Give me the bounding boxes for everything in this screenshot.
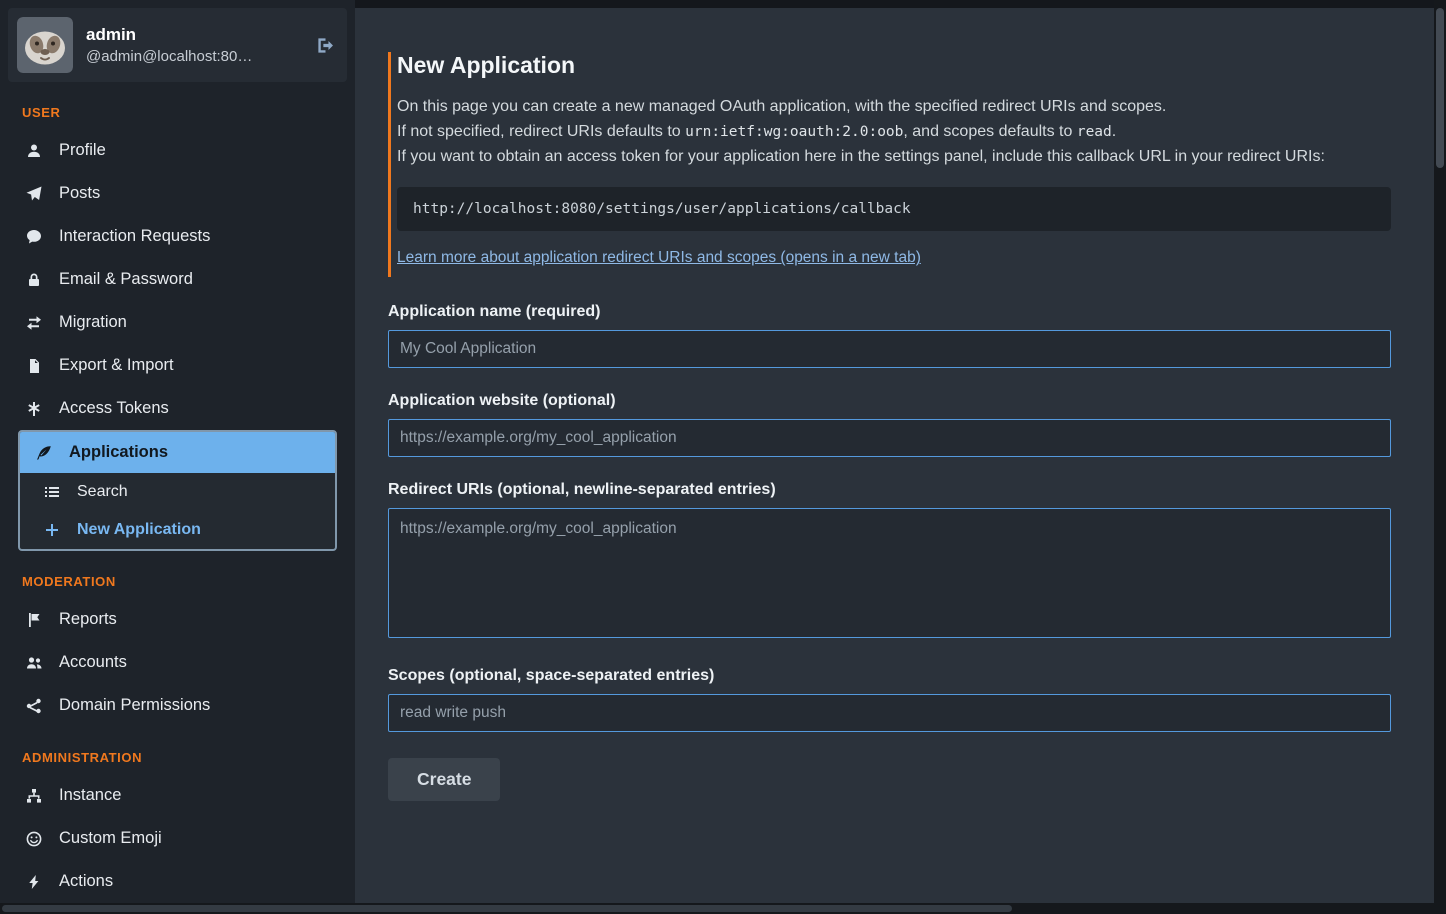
sidebar-item-label: Profile [59,141,106,160]
intro-text: , and scopes defaults to [903,123,1076,140]
sidebar-item-applications[interactable]: Applications [20,432,335,473]
field-application-name: Application name (required) [388,303,1391,368]
sidebar-item-label: Actions [59,872,113,891]
sidebar-item-label: Email & Password [59,270,193,289]
sidebar-item-interaction-requests[interactable]: Interaction Requests [8,215,347,258]
feather-icon [34,445,54,461]
intro-text: If you want to obtain an access token fo… [397,148,1325,165]
sidebar-item-export-import[interactable]: Export & Import [8,344,347,387]
avatar [17,17,73,73]
smiley-icon [24,831,44,847]
learn-more-link[interactable]: Learn more about application redirect UR… [397,249,921,267]
sidebar-item-label: Interaction Requests [59,227,210,246]
field-application-website: Application website (optional) [388,392,1391,457]
intro-text: . [1112,123,1116,140]
transfer-arrows-icon [24,315,44,331]
user-icon [24,143,44,159]
application-name-input[interactable] [388,330,1391,368]
sidebar-item-label: Search [77,483,128,501]
applications-group: Applications Search New Application [18,430,337,551]
vertical-scrollbar[interactable] [1434,0,1446,914]
user-name: admin [86,25,303,45]
sidebar-item-actions[interactable]: Actions [8,860,347,903]
sidebar-item-label: Posts [59,184,100,203]
intro-line-1: On this page you can create a new manage… [397,95,1391,120]
application-name-label: Application name (required) [388,303,1391,321]
inline-code-read: read [1077,124,1112,140]
sidebar-item-label: Access Tokens [59,399,169,418]
sidebar: admin @admin@localhost:80… USER Profile … [0,0,355,914]
inline-code-oob: urn:ietf:wg:oauth:2.0:oob [685,124,903,140]
asterisk-icon [24,401,44,417]
intro-text: On this page you can create a new manage… [397,98,1166,115]
sidebar-item-email-password[interactable]: Email & Password [8,258,347,301]
sidebar-item-instance[interactable]: Instance [8,774,347,817]
user-card[interactable]: admin @admin@localhost:80… [8,8,347,82]
sitemap-icon [24,788,44,804]
user-meta: admin @admin@localhost:80… [86,25,303,65]
intro-line-3: If you want to obtain an access token fo… [397,145,1391,170]
horizontal-scrollbar[interactable] [0,903,1434,914]
sidebar-item-posts[interactable]: Posts [8,172,347,215]
sidebar-item-label: Domain Permissions [59,696,210,715]
redirect-uris-textarea[interactable] [388,508,1391,638]
section-header-moderation: MODERATION [22,574,333,589]
callback-url-codeblock: http://localhost:8080/settings/user/appl… [397,187,1391,231]
intro-text: If not specified, redirect URIs defaults… [397,123,685,140]
sidebar-item-applications-new[interactable]: New Application [20,511,335,549]
sidebar-item-access-tokens[interactable]: Access Tokens [8,387,347,430]
sidebar-item-reports[interactable]: Reports [8,598,347,641]
plus-icon [42,522,62,538]
sidebar-item-label: New Application [77,521,201,539]
sidebar-item-domain-permissions[interactable]: Domain Permissions [8,684,347,727]
vertical-scrollbar-thumb[interactable] [1436,8,1444,168]
sidebar-item-label: Accounts [59,653,127,672]
field-scopes: Scopes (optional, space-separated entrie… [388,667,1391,732]
user-handle: @admin@localhost:80… [86,48,276,65]
scopes-input[interactable] [388,694,1391,732]
page-title: New Application [397,52,1391,79]
scopes-label: Scopes (optional, space-separated entrie… [388,667,1391,685]
application-website-label: Application website (optional) [388,392,1391,410]
horizontal-scrollbar-thumb[interactable] [2,905,1012,912]
file-icon [24,358,44,374]
intro-line-2: If not specified, redirect URIs defaults… [397,120,1391,145]
flag-icon [24,612,44,628]
sidebar-item-label: Export & Import [59,356,174,375]
field-redirect-uris: Redirect URIs (optional, newline-separat… [388,481,1391,643]
page-header: New Application On this page you can cre… [388,52,1391,277]
scrollbar-corner [1434,903,1446,914]
paper-plane-icon [24,186,44,202]
sidebar-item-applications-search[interactable]: Search [20,473,335,511]
sidebar-item-migration[interactable]: Migration [8,301,347,344]
logout-icon[interactable] [316,36,335,55]
sidebar-item-label: Reports [59,610,117,629]
section-header-user: USER [22,105,333,120]
bolt-icon [24,874,44,890]
page-intro: On this page you can create a new manage… [397,95,1391,169]
create-button[interactable]: Create [388,758,500,801]
share-nodes-icon [24,698,44,714]
redirect-uris-label: Redirect URIs (optional, newline-separat… [388,481,1391,499]
main-panel: New Application On this page you can cre… [355,8,1434,903]
sidebar-item-label: Applications [69,443,168,462]
new-application-form: Application name (required) Application … [388,303,1391,801]
sidebar-item-label: Instance [59,786,121,805]
sidebar-item-label: Custom Emoji [59,829,162,848]
list-icon [42,484,62,500]
users-icon [24,655,44,671]
sidebar-item-profile[interactable]: Profile [8,129,347,172]
sidebar-item-label: Migration [59,313,127,332]
sidebar-item-custom-emoji[interactable]: Custom Emoji [8,817,347,860]
comment-icon [24,229,44,245]
sidebar-item-accounts[interactable]: Accounts [8,641,347,684]
lock-icon [24,272,44,288]
section-header-administration: ADMINISTRATION [22,750,333,765]
application-website-input[interactable] [388,419,1391,457]
